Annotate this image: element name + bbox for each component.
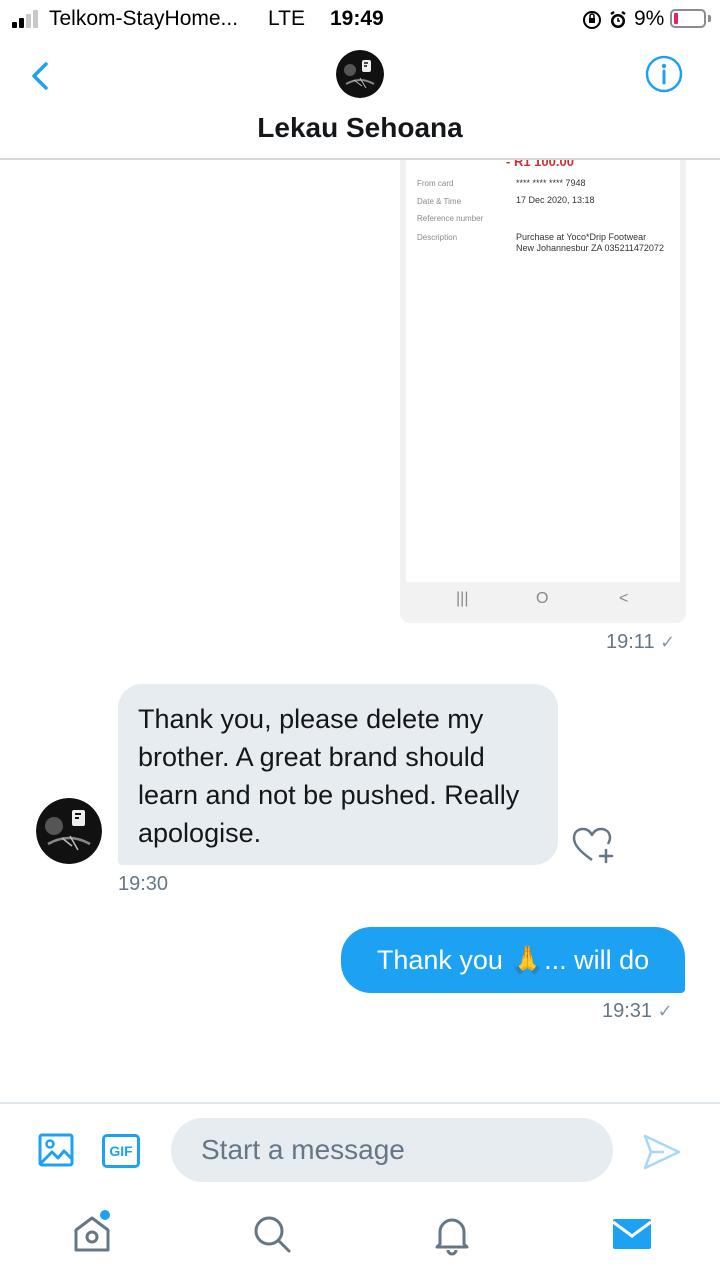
timestamp-text: 19:11 [606,631,655,653]
android-nav-bar: ||| O < [400,582,686,623]
receipt-label: Description [417,233,458,242]
receipt-value: **** **** **** 7948 [516,178,586,188]
receipt-image-message[interactable]: - R1 100.00 From card **** **** **** 794… [400,160,686,623]
message-timestamp: 19:11 ✓ [606,631,675,654]
timestamp-text: 19:31 [602,1000,653,1022]
recent-apps-icon: ||| [456,590,469,607]
back-arrow-icon: < [619,590,629,607]
contact-avatar[interactable] [336,50,384,98]
new-activity-dot [100,1210,110,1220]
conversation-header: Lekau Sehoana [0,40,720,160]
read-check-icon: ✓ [657,1001,673,1021]
sent-timestamp: 19:31 ✓ [602,1000,673,1023]
message-input[interactable] [171,1118,613,1182]
status-time: 19:49 [330,7,384,30]
receipt-label: Reference number [417,214,484,223]
home-circle-icon: O [536,590,549,607]
send-icon[interactable] [642,1132,682,1172]
battery-percent: 9% [634,7,665,30]
search-icon[interactable] [250,1212,294,1256]
network-type: LTE [268,7,305,30]
receipt-value: 17 Dec 2020, 13:18 [516,195,595,205]
info-icon[interactable] [644,54,684,94]
notifications-icon[interactable] [430,1212,474,1256]
image-icon[interactable] [38,1132,74,1168]
rotation-lock-and-alarm-icons [583,10,626,29]
sent-message-bubble[interactable]: Thank you 🙏... will do [341,927,685,993]
receipt-amount: - R1 100.00 [506,160,574,169]
receipt-label: Date & Time [417,197,462,206]
message-composer: GIF [0,1102,720,1198]
battery-icon [670,9,706,28]
receipt-value: Purchase at Yoco*Drip Footwear New Johan… [516,232,664,253]
sender-avatar[interactable] [36,798,102,864]
received-message-bubble[interactable]: Thank you, please delete my brother. A g… [118,684,558,865]
receipt-paper: - R1 100.00 From card **** **** **** 794… [406,160,680,582]
read-check-icon: ✓ [660,632,676,652]
status-bar: Telkom-StayHome... LTE 19:49 9% [0,0,720,40]
react-heart-plus-icon[interactable] [572,826,616,866]
battery-tip [708,15,711,22]
back-chevron-icon[interactable] [24,58,60,94]
gif-button[interactable]: GIF [102,1134,140,1168]
messages-icon[interactable] [610,1212,654,1256]
received-timestamp: 19:30 [118,873,169,895]
signal-icon [12,10,44,28]
carrier-name: Telkom-StayHome... [49,7,239,30]
receipt-label: From card [417,179,454,188]
contact-name[interactable]: Lekau Sehoana [0,112,720,144]
